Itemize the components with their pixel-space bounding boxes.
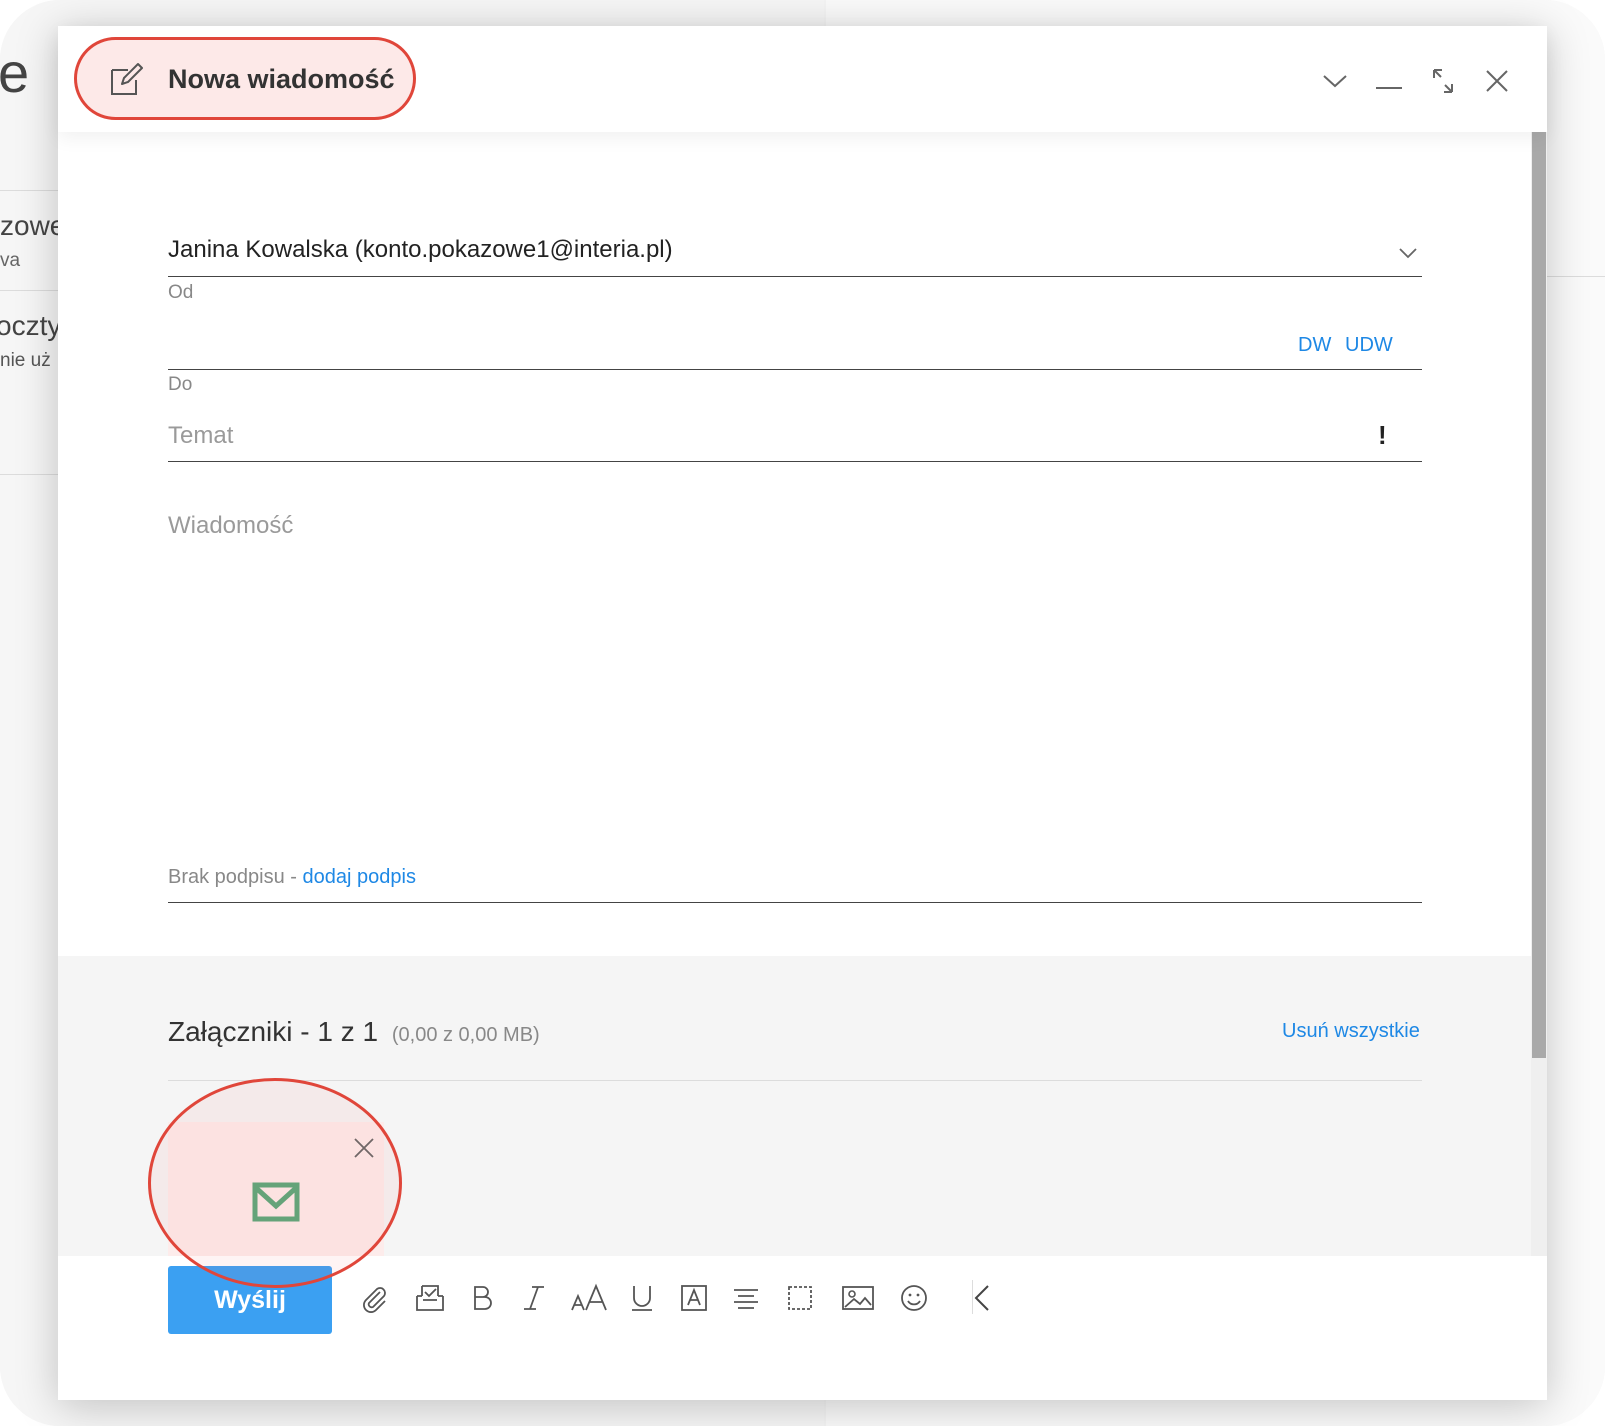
background-fragment: nie uż bbox=[0, 350, 51, 371]
from-select[interactable]: Janina Kowalska (konto.pokazowe1@interia… bbox=[168, 236, 673, 264]
dialog-header: Nowa wiadomość bbox=[58, 26, 1547, 132]
text-color-icon[interactable] bbox=[678, 1282, 710, 1314]
image-icon[interactable] bbox=[840, 1282, 876, 1314]
attachments-divider bbox=[168, 1080, 1422, 1081]
send-button[interactable]: Wyślij bbox=[168, 1266, 332, 1334]
background-fragment: zowe bbox=[0, 210, 66, 241]
compose-icon bbox=[111, 63, 143, 95]
signature-row: Brak podpisu - dodaj podpis bbox=[168, 866, 416, 889]
remove-attachment-icon[interactable] bbox=[352, 1136, 376, 1160]
from-label: Od bbox=[168, 282, 194, 303]
minimize-icon[interactable] bbox=[1374, 66, 1404, 96]
subject-underline bbox=[168, 461, 1422, 462]
cc-link[interactable]: DW bbox=[1298, 334, 1331, 357]
dialog-body: Janina Kowalska (konto.pokazowe1@interia… bbox=[58, 132, 1531, 1256]
divider bbox=[1545, 276, 1605, 277]
signature-text: Brak podpisu - bbox=[168, 866, 303, 888]
background-fragment: oczty bbox=[0, 310, 62, 341]
divider bbox=[0, 474, 60, 475]
background-fragment: e bbox=[0, 41, 30, 104]
compose-toolbar: Wyślij bbox=[58, 1256, 1547, 1400]
expand-icon[interactable] bbox=[1428, 66, 1458, 96]
divider bbox=[0, 190, 60, 191]
font-size-icon[interactable] bbox=[570, 1282, 610, 1314]
remove-all-link[interactable]: Usuń wszystkie bbox=[1282, 1020, 1420, 1043]
attachments-count: Załączniki - 1 z 1 bbox=[168, 1016, 379, 1047]
attachments-size: (0,00 z 0,00 MB) bbox=[391, 1024, 540, 1046]
attachments-title: Załączniki - 1 z 1 (0,00 z 0,00 MB) bbox=[168, 1016, 540, 1048]
mail-icon bbox=[252, 1182, 300, 1222]
compose-dialog: Nowa wiadomość Janina Kowalska (konto.po… bbox=[58, 26, 1547, 1400]
attach-icon[interactable] bbox=[358, 1282, 390, 1314]
align-icon[interactable] bbox=[730, 1282, 762, 1314]
border-icon[interactable] bbox=[784, 1282, 816, 1314]
subject-input[interactable]: Temat bbox=[168, 422, 233, 450]
dialog-title: Nowa wiadomość bbox=[168, 64, 395, 94]
to-input[interactable] bbox=[168, 322, 1278, 364]
priority-toggle[interactable]: ! bbox=[1378, 420, 1387, 451]
bold-icon[interactable] bbox=[466, 1282, 498, 1314]
background-fragment: va bbox=[0, 250, 21, 271]
to-label: Do bbox=[168, 374, 193, 395]
scrollbar-thumb[interactable] bbox=[1532, 132, 1546, 1058]
message-body[interactable]: Wiadomość bbox=[168, 512, 293, 540]
underline-icon[interactable] bbox=[626, 1282, 658, 1314]
bcc-link[interactable]: UDW bbox=[1345, 334, 1393, 357]
message-underline bbox=[168, 902, 1422, 903]
attachment-tile[interactable] bbox=[168, 1122, 384, 1256]
italic-icon[interactable] bbox=[518, 1282, 550, 1314]
chevron-down-icon[interactable] bbox=[1398, 246, 1418, 260]
collapse-icon[interactable] bbox=[968, 1282, 1000, 1314]
to-underline bbox=[168, 369, 1422, 370]
emoji-icon[interactable] bbox=[898, 1282, 930, 1314]
from-underline bbox=[168, 276, 1422, 277]
attachments-section: Załączniki - 1 z 1 (0,00 z 0,00 MB) Usuń… bbox=[58, 956, 1531, 1256]
divider bbox=[0, 290, 60, 291]
chevron-down-icon[interactable] bbox=[1320, 66, 1350, 96]
add-signature-link[interactable]: dodaj podpis bbox=[303, 866, 416, 888]
template-icon[interactable] bbox=[414, 1282, 446, 1314]
close-icon[interactable] bbox=[1482, 66, 1512, 96]
